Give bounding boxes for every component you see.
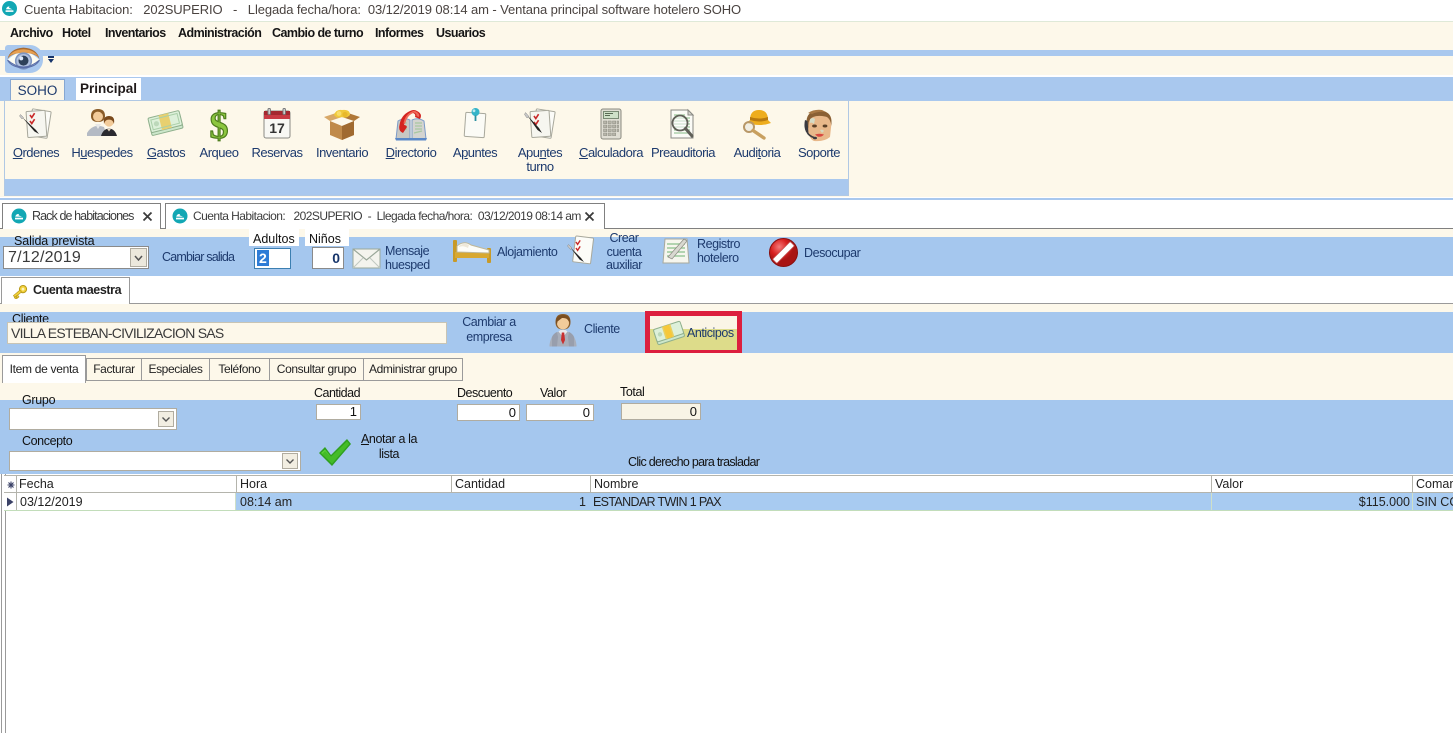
svg-text:17: 17 — [269, 120, 285, 136]
svg-text:$: $ — [210, 107, 229, 143]
